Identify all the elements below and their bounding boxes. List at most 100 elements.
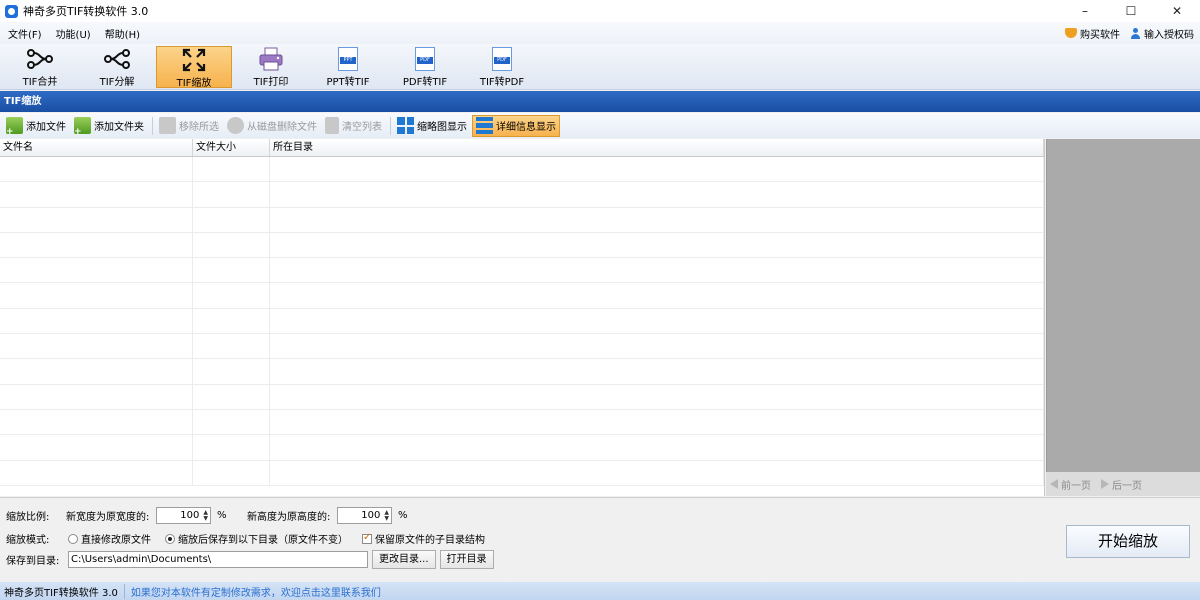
empty-table-row [0,182,1044,208]
next-page-label: 后一页 [1112,480,1142,492]
enter-license-label: 输入授权码 [1144,29,1194,41]
pdf-doc-icon: PDF [464,46,540,72]
prev-page-button[interactable]: 前一页 [1050,477,1091,492]
toolbar-tif-to-pdf-label: TIF转PDF [479,77,525,88]
spinner-arrows-icon[interactable]: ▲ ▼ [384,509,389,522]
toolbar-tif-to-pdf[interactable]: PDF TIF转PDF [464,46,540,88]
menu-bar: 文件(F) 功能(U) 帮助(H) 购买软件 输入授权码 [0,22,1200,44]
change-dir-button[interactable]: 更改目录... [372,550,436,569]
toolbar-tif-merge[interactable]: TIF合并 [2,46,78,88]
empty-table-row [0,258,1044,284]
preview-nav: 前一页 后一页 [1046,472,1200,496]
spinner-arrows-icon[interactable]: ▲ ▼ [203,509,208,522]
scale-label: 缩放比例: [6,512,50,523]
contact-link[interactable]: 如果您对本软件有定制修改需求，欢迎点击这里联系我们 [125,584,381,599]
enter-license-link[interactable]: 输入授权码 [1130,26,1194,41]
mode-save-label[interactable]: 缩放后保存到以下目录（原文件不变） [178,531,348,546]
scale-icon [157,47,231,73]
status-bar: 神奇多页TIF转换软件 3.0 如果您对本软件有定制修改需求，欢迎点击这里联系我… [0,582,1200,600]
empty-table-row [0,359,1044,385]
toolbar-separator [390,116,391,135]
mode-direct-radio[interactable] [68,533,78,544]
empty-table-row [0,308,1044,335]
empty-table-row [0,283,1044,309]
save-dir-label: 保存到目录: [6,556,60,567]
toolbar-tif-print-label: TIF打印 [253,77,289,88]
width-spinner[interactable]: 100 ▲ ▼ [156,507,211,524]
detail-view-label: 详细信息显示 [496,122,556,133]
menu-file[interactable]: 文件(F) [2,26,48,41]
toolbar-ppt-to-tif[interactable]: PPT PPT转TIF [310,46,386,88]
thumbnail-view-button[interactable]: 缩略图显示 [394,115,470,137]
toolbar-pdf-to-tif[interactable]: PDF PDF转TIF [387,46,463,88]
maximize-button[interactable]: ☐ [1108,0,1154,22]
remove-selected-button[interactable]: 移除所选 [156,115,222,137]
height-percent: % [398,510,408,521]
arrow-left-icon [1050,479,1058,489]
add-file-button[interactable]: 添加文件 [3,115,69,137]
toolbar-tif-scale-label: TIF缩放 [176,78,212,89]
file-toolbar: 添加文件 添加文件夹 移除所选 从磁盘删除文件 清空列表 缩略图显示 详细信息显… [0,113,1200,138]
clear-list-label: 清空列表 [342,122,382,133]
window-title: 神奇多页TIF转换软件 3.0 [23,5,149,18]
start-scale-button[interactable]: 开始缩放 [1066,525,1190,558]
add-file-label: 添加文件 [26,122,66,133]
empty-table-row [0,384,1044,410]
column-directory[interactable]: 所在目录 [270,139,1044,156]
column-filesize[interactable]: 文件大小 [193,139,270,156]
toolbar-tif-split[interactable]: TIF分解 [79,46,155,88]
preview-panel [1046,139,1200,472]
main-toolbar: TIF合并 TIF分解 TIF缩放 TIF打印 PPT PPT转TIF PDF … [0,44,1200,90]
toolbar-tif-print[interactable]: TIF打印 [233,46,309,88]
open-dir-button[interactable]: 打开目录 [439,550,494,569]
file-list-header: 文件名 文件大小 所在目录 [0,139,1044,157]
empty-table-row [0,435,1044,461]
keep-structure-label[interactable]: 保留原文件的子目录结构 [375,531,485,546]
detail-view-button[interactable]: 详细信息显示 [472,114,560,137]
printer-icon [233,46,309,72]
column-filename[interactable]: 文件名 [0,139,193,156]
toolbar-tif-merge-label: TIF合并 [22,77,58,88]
clear-list-button[interactable]: 清空列表 [322,115,385,137]
menu-help[interactable]: 帮助(H) [99,26,146,41]
width-label: 新宽度为原宽度的: [66,512,150,523]
close-button[interactable]: ✕ [1154,0,1200,22]
empty-table-row [0,232,1044,259]
keep-structure-checkbox[interactable] [362,532,372,544]
add-folder-button[interactable]: 添加文件夹 [71,115,147,137]
empty-table-row [0,207,1044,233]
save-dir-row: 保存到目录: C:\Users\admin\Documents\ 更改目录...… [6,550,494,569]
height-spinner[interactable]: 100 ▲ ▼ [337,507,392,524]
merge-icon [2,46,78,72]
remove-icon [159,117,176,134]
remove-selected-label: 移除所选 [179,122,219,133]
split-icon [79,46,155,72]
mode-save-radio[interactable] [165,533,175,544]
add-file-icon [6,117,23,137]
grid-icon [397,117,414,134]
buy-software-label: 购买软件 [1080,29,1120,41]
ppt-doc-icon: PPT [310,46,386,72]
list-icon [476,117,493,134]
empty-table-row [0,157,1044,183]
menu-function[interactable]: 功能(U) [50,26,97,41]
ppt-badge: PPT [340,57,356,64]
arrow-right-icon [1101,479,1109,489]
buy-software-link[interactable]: 购买软件 [1065,26,1120,41]
file-list[interactable]: 文件名 文件大小 所在目录 [0,139,1045,496]
minimize-button[interactable]: – [1062,0,1108,22]
delete-from-disk-label: 从磁盘删除文件 [247,122,317,133]
delete-from-disk-button[interactable]: 从磁盘删除文件 [224,115,320,137]
empty-table-row [0,460,1044,486]
save-dir-input[interactable]: C:\Users\admin\Documents\ [68,551,368,568]
pdf-doc-icon: PDF [387,46,463,72]
height-value: 100 [361,510,381,521]
section-title: TIF缩放 [0,91,1200,112]
delete-icon [227,117,244,134]
app-icon [5,4,18,18]
mode-direct-label[interactable]: 直接修改原文件 [81,531,151,546]
toolbar-tif-scale[interactable]: TIF缩放 [156,46,232,89]
next-page-button[interactable]: 后一页 [1101,477,1142,492]
empty-table-row [0,334,1044,360]
width-percent: % [217,510,227,521]
